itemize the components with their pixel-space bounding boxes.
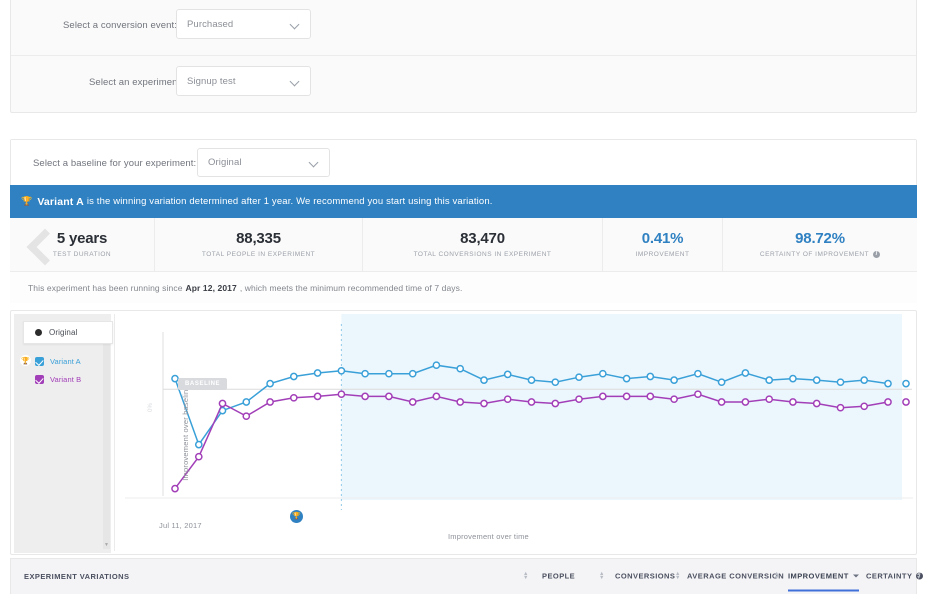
- stat-total-people: 88,335 TOTAL PEOPLE IN EXPERIMENT: [155, 218, 363, 271]
- running-note-prefix: This experiment has been running since: [28, 282, 183, 293]
- stat-label: TOTAL PEOPLE IN EXPERIMENT: [201, 251, 316, 259]
- winner-variation-name: Variant A: [37, 195, 84, 208]
- scroll-down-icon[interactable]: ▼: [103, 542, 110, 549]
- chevron-down-icon: [291, 77, 300, 86]
- stat-improvement: 0.41% IMPROVEMENT: [603, 218, 723, 271]
- running-note-suffix: , which meets the minimum recommended ti…: [239, 282, 463, 293]
- stat-certainty: 98.72% CERTAINTY OF IMPROVEMENT i: [723, 218, 917, 271]
- trophy-icon: 🏆: [21, 196, 33, 206]
- baseline-label: Select a baseline for your experiment:: [33, 158, 197, 169]
- series-dot-icon: [35, 329, 42, 336]
- chart-winner-trophy-icon[interactable]: 🏆: [290, 510, 303, 523]
- sort-handle-average-conversion[interactable]: ▲ ▼: [675, 571, 680, 582]
- stat-value: 5 years: [56, 229, 108, 247]
- chart-panel: Original 🏆 Variant A Variant B ▲ ▼ Impro…: [10, 310, 917, 555]
- legend-item-variant-b[interactable]: Variant B: [14, 370, 111, 388]
- chart-svg: [125, 314, 913, 510]
- legend-scrollbar[interactable]: ▲ ▼: [103, 336, 110, 549]
- baseline-pill-label: BASELINE: [178, 378, 228, 390]
- conversion-event-row: Select a conversion event: Purchased: [11, 0, 916, 55]
- conversion-event-label: Select a conversion event:: [63, 20, 178, 31]
- chevron-down-icon: [291, 20, 300, 29]
- legend-item-label: Variant A: [50, 356, 81, 366]
- baseline-select[interactable]: Original: [197, 148, 330, 177]
- stat-total-conversions: 83,470 TOTAL CONVERSIONS IN EXPERIMENT: [363, 218, 603, 271]
- stat-label: IMPROVEMENT: [635, 251, 690, 259]
- chart-legend-panel: Original 🏆 Variant A Variant B ▲ ▼: [14, 314, 113, 553]
- baseline-row: Select a baseline for your experiment: O…: [11, 140, 916, 185]
- experiment-label: Select an experiment:: [89, 77, 183, 88]
- info-icon[interactable]: i: [873, 251, 881, 259]
- stat-value: 83,470: [460, 229, 505, 247]
- legend-item-label: Variant B: [50, 374, 82, 384]
- stat-value: 98.72%: [795, 229, 845, 247]
- sort-handle-improvement[interactable]: ▲ ▼: [774, 571, 779, 582]
- column-header-experiment-variations[interactable]: EXPERIMENT VARIATIONS: [24, 572, 129, 581]
- conversion-event-value: Purchased: [187, 18, 234, 30]
- analytics-experiment-results-page: Select a conversion event: Purchased Sel…: [0, 0, 927, 594]
- stat-label: TEST DURATION: [52, 251, 112, 259]
- legend-tooltip-original: Original: [23, 321, 113, 344]
- column-header-people[interactable]: PEOPLE: [542, 571, 575, 582]
- stat-value: 0.41%: [641, 229, 684, 247]
- y-axis-title: Improvement over baseline: [181, 384, 191, 481]
- selectors-panel: Select a conversion event: Purchased Sel…: [10, 0, 917, 113]
- running-note-date: Apr 12, 2017: [185, 282, 237, 293]
- legend-checkbox-icon[interactable]: [35, 374, 44, 384]
- column-header-certainty[interactable]: CERTAINTY i: [866, 571, 924, 582]
- conversion-event-select[interactable]: Purchased: [176, 9, 311, 39]
- y-axis-tick-label: 0%: [148, 402, 154, 412]
- chart-plot-area: Improvement over baseline 0% Jul 11, 201…: [114, 314, 913, 551]
- sort-handle-certainty[interactable]: ▲ ▼: [916, 571, 921, 582]
- carousel-prev-icon[interactable]: [28, 225, 54, 265]
- stat-value: 88,335: [236, 229, 281, 247]
- x-axis-tick-label: Jul 11, 2017: [159, 521, 202, 530]
- chart-title: Improvement over time: [448, 532, 529, 541]
- column-header-conversions[interactable]: CONVERSIONS: [615, 571, 675, 582]
- experiment-select[interactable]: Signup test: [176, 66, 311, 96]
- column-header-improvement[interactable]: IMPROVEMENT: [788, 571, 859, 591]
- sort-handle-people[interactable]: ▲ ▼: [523, 571, 528, 582]
- experiment-row: Select an experiment: Signup test: [11, 55, 916, 111]
- legend-tooltip-label: Original: [49, 328, 78, 337]
- experiment-value: Signup test: [187, 75, 236, 87]
- stats-strip: 5 years TEST DURATION 88,335 TOTAL PEOPL…: [10, 218, 917, 272]
- winner-banner-message: is the winning variation determined afte…: [86, 196, 493, 207]
- winner-banner: 🏆 Variant A is the winning variation det…: [10, 185, 917, 218]
- baseline-value: Original: [208, 157, 242, 168]
- sort-handle-conversions[interactable]: ▲ ▼: [599, 571, 604, 582]
- column-header-average-conversion[interactable]: AVERAGE CONVERSION: [687, 571, 784, 582]
- stat-label: CERTAINTY OF IMPROVEMENT i: [760, 251, 881, 259]
- sort-descending-icon: [852, 574, 859, 577]
- variations-table-header: EXPERIMENT VARIATIONS ▲ ▼ PEOPLE ▲ ▼ CONVE…: [10, 558, 924, 594]
- chevron-down-icon: [310, 158, 319, 167]
- stat-label: TOTAL CONVERSIONS IN EXPERIMENT: [413, 251, 552, 259]
- legend-item-variant-a[interactable]: Variant A: [14, 352, 111, 370]
- experiment-running-note: This experiment has been running since A…: [10, 272, 917, 303]
- legend-checkbox-icon[interactable]: [35, 356, 44, 366]
